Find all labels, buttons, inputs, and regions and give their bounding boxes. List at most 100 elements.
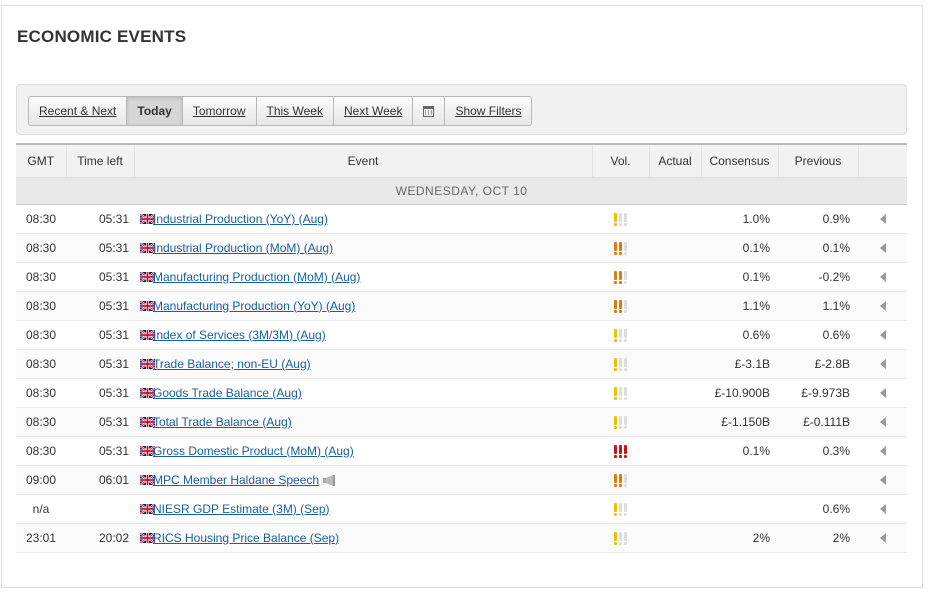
event-link[interactable]: Industrial Production (MoM) (Aug) — [153, 241, 333, 255]
table-row[interactable]: 08:30 05:31 Trade Balance; non-EU (Aug) £-3… — [16, 349, 907, 379]
expand-arrow-icon[interactable] — [879, 533, 886, 544]
this-week-button[interactable]: This Week — [256, 96, 334, 126]
previous-value: £-2.8B — [778, 349, 858, 379]
table-row[interactable]: 09:00 06:01 MPC Member Haldane Speech — [16, 465, 907, 495]
event-cell: RICS Housing Price Balance (Sep) — [153, 523, 592, 553]
previous-value: -0.2% — [778, 262, 858, 292]
calendar-icon — [423, 105, 435, 117]
table-row[interactable]: 08:30 05:31 Industrial Production (YoY) (A… — [16, 204, 907, 234]
country-flag — [134, 291, 155, 321]
table-row[interactable]: 08:30 05:31 Gross Domestic Product (MoM) (… — [16, 436, 907, 466]
expand-cell — [858, 233, 907, 263]
event-link[interactable]: Manufacturing Production (MoM) (Aug) — [153, 270, 360, 284]
consensus-value: 2% — [701, 523, 778, 553]
time-left — [66, 494, 134, 524]
volatility-mark — [614, 415, 617, 429]
next-week-button[interactable]: Next Week — [333, 96, 414, 126]
expand-arrow-icon[interactable] — [879, 446, 886, 457]
expand-arrow-icon[interactable] — [879, 272, 886, 283]
expand-cell — [858, 204, 907, 234]
table-row[interactable]: 08:30 05:31 Manufacturing Production (YoY)… — [16, 291, 907, 321]
event-link[interactable]: MPC Member Haldane Speech — [153, 473, 319, 487]
table-row[interactable]: 08:30 05:31 Total Trade Balance (Aug) £-1.1… — [16, 407, 907, 437]
expand-arrow-icon[interactable] — [879, 214, 886, 225]
event-cell: Industrial Production (MoM) (Aug) — [153, 233, 592, 263]
show-filters-button[interactable]: Show Filters — [445, 96, 533, 126]
volatility-indicator — [614, 328, 627, 342]
consensus-value — [701, 465, 778, 495]
tomorrow-button[interactable]: Tomorrow — [182, 96, 257, 126]
expand-arrow-icon[interactable] — [879, 475, 886, 486]
expand-cell — [858, 494, 907, 524]
event-link[interactable]: Gross Domestic Product (MoM) (Aug) — [153, 444, 354, 458]
gmt-time: 08:30 — [16, 291, 66, 321]
table-row[interactable]: 23:01 20:02 RICS Housing Price Balance (Se… — [16, 523, 907, 553]
expand-arrow-icon[interactable] — [879, 243, 886, 254]
table-row[interactable]: 08:30 05:31 Manufacturing Production (MoM)… — [16, 262, 907, 292]
expand-arrow-icon[interactable] — [879, 301, 886, 312]
country-flag — [134, 523, 155, 553]
event-link[interactable]: Index of Services (3M/3M) (Aug) — [153, 328, 326, 342]
volatility-mark — [624, 241, 627, 255]
event-cell: Industrial Production (YoY) (Aug) — [153, 204, 592, 234]
calendar-button[interactable] — [413, 96, 446, 126]
consensus-value: 1.0% — [701, 204, 778, 234]
expand-arrow-icon[interactable] — [879, 417, 886, 428]
expand-arrow-icon[interactable] — [879, 388, 886, 399]
table-row[interactable]: n/a NIESR GDP Estimate (3M) (Sep) 0.6% — [16, 494, 907, 524]
event-cell: Trade Balance; non-EU (Aug) — [153, 349, 592, 379]
today-button[interactable]: Today — [127, 96, 183, 126]
event-link[interactable]: NIESR GDP Estimate (3M) (Sep) — [153, 502, 329, 516]
volatility — [592, 494, 649, 524]
volatility-mark — [624, 473, 627, 487]
event-link[interactable]: Manufacturing Production (YoY) (Aug) — [153, 299, 355, 313]
actual-value — [649, 465, 701, 495]
volatility-indicator — [614, 299, 627, 313]
volatility — [592, 349, 649, 379]
volatility-mark — [619, 502, 622, 516]
date-label: WEDNESDAY, OCT 10 — [16, 177, 907, 205]
previous-value — [778, 465, 858, 495]
consensus-value: 0.1% — [701, 262, 778, 292]
expand-cell — [858, 523, 907, 553]
recent-next-button[interactable]: Recent & Next — [28, 96, 128, 126]
volatility-mark — [614, 502, 617, 516]
expand-cell — [858, 262, 907, 292]
expand-arrow-icon[interactable] — [879, 359, 886, 370]
event-link[interactable]: RICS Housing Price Balance (Sep) — [153, 531, 339, 545]
time-left: 05:31 — [66, 407, 134, 437]
gmt-time: 08:30 — [16, 204, 66, 234]
table-row[interactable]: 08:30 05:31 Goods Trade Balance (Aug) £-10.… — [16, 378, 907, 408]
event-cell: NIESR GDP Estimate (3M) (Sep) — [153, 494, 592, 524]
table-row[interactable]: 08:30 05:31 Industrial Production (MoM) (A… — [16, 233, 907, 263]
gmt-time: 08:30 — [16, 320, 66, 350]
expand-arrow-icon[interactable] — [879, 330, 886, 341]
actual-value — [649, 320, 701, 350]
volatility-mark — [614, 357, 617, 371]
consensus-value: £-3.1B — [701, 349, 778, 379]
event-link[interactable]: Total Trade Balance (Aug) — [153, 415, 292, 429]
volatility-indicator — [614, 473, 627, 487]
volatility-mark — [619, 444, 622, 458]
gmt-time: 23:01 — [16, 523, 66, 553]
volatility-indicator — [614, 386, 627, 400]
volatility-mark — [614, 386, 617, 400]
volatility-mark — [614, 531, 617, 545]
volatility-indicator — [614, 502, 627, 516]
consensus-value: £-1.150B — [701, 407, 778, 437]
event-cell: Total Trade Balance (Aug) — [153, 407, 592, 437]
event-link[interactable]: Trade Balance; non-EU (Aug) — [153, 357, 311, 371]
volatility-mark — [614, 444, 617, 458]
col-header-event: Event — [134, 145, 593, 178]
volatility-mark — [624, 357, 627, 371]
time-left: 05:31 — [66, 204, 134, 234]
col-header-vol: Vol. — [592, 145, 650, 178]
date-row: WEDNESDAY, OCT 10 — [16, 177, 907, 205]
page-title: ECONOMIC EVENTS — [17, 27, 187, 46]
event-link[interactable]: Goods Trade Balance (Aug) — [153, 386, 302, 400]
event-link[interactable]: Industrial Production (YoY) (Aug) — [153, 212, 328, 226]
table-row[interactable]: 08:30 05:31 Index of Services (3M/3M) (Aug… — [16, 320, 907, 350]
expand-arrow-icon[interactable] — [879, 504, 886, 515]
volatility-mark — [614, 270, 617, 284]
period-button-group: Recent & Next Today Tomorrow This Week N… — [28, 96, 533, 126]
